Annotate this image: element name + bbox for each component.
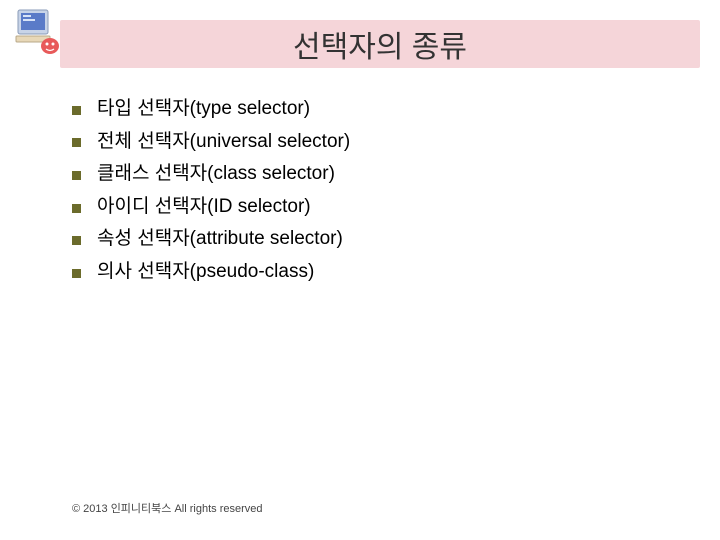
bullet-text: 전체 선택자(universal selector) xyxy=(97,129,350,156)
bullet-text: 의사 선택자(pseudo-class) xyxy=(97,259,314,286)
title-bar: 선택자의 종류 xyxy=(60,20,700,68)
list-item: 아이디 선택자(ID selector) xyxy=(72,194,680,221)
list-item: 의사 선택자(pseudo-class) xyxy=(72,259,680,286)
bullet-text: 아이디 선택자(ID selector) xyxy=(97,194,311,221)
slide-title: 선택자의 종류 xyxy=(293,22,467,66)
footer-copyright: © 2013 인피니티북스 All rights reserved xyxy=(72,500,263,516)
logo-icon xyxy=(12,6,64,58)
bullet-text: 클래스 선택자(class selector) xyxy=(97,161,335,188)
list-item: 속성 선택자(attribute selector) xyxy=(72,226,680,253)
bullet-icon xyxy=(72,171,81,180)
bullet-icon xyxy=(72,106,81,115)
bullet-icon xyxy=(72,236,81,245)
bullet-text: 타입 선택자(type selector) xyxy=(97,96,310,123)
bullet-icon xyxy=(72,269,81,278)
bullet-icon xyxy=(72,204,81,213)
slide-container: 선택자의 종류 타입 선택자(type selector) 전체 선택자(uni… xyxy=(0,0,720,540)
bullet-text: 속성 선택자(attribute selector) xyxy=(97,226,343,253)
bullet-list: 타입 선택자(type selector) 전체 선택자(universal s… xyxy=(72,96,680,292)
bullet-icon xyxy=(72,138,81,147)
list-item: 전체 선택자(universal selector) xyxy=(72,129,680,156)
list-item: 클래스 선택자(class selector) xyxy=(72,161,680,188)
list-item: 타입 선택자(type selector) xyxy=(72,96,680,123)
